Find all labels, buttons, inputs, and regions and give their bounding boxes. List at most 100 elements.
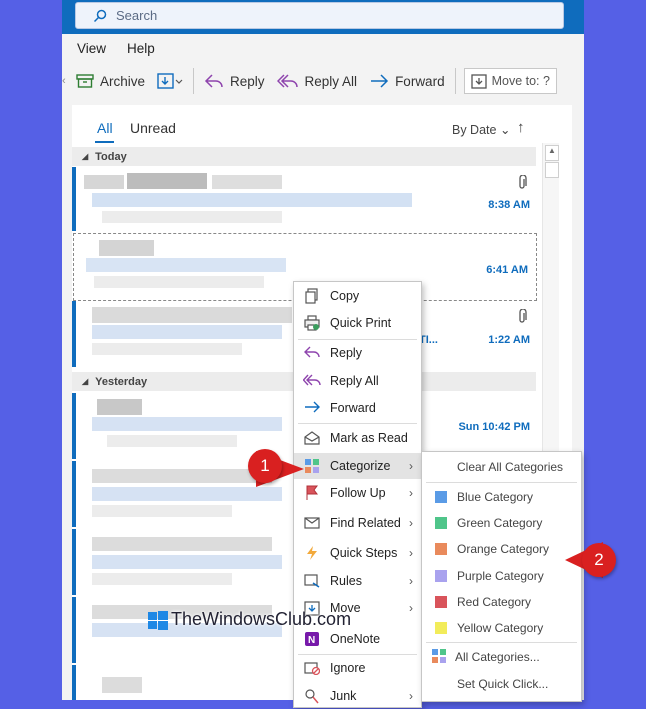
menu-item-reply[interactable]: Reply	[294, 340, 421, 366]
archive-button[interactable]: Archive	[70, 66, 151, 96]
menu-item-find-related[interactable]: Find Related ›	[294, 510, 421, 536]
menu-item-label: Set Quick Click...	[457, 677, 549, 691]
filter-bar: All Unread By Date ⌄ ↑	[72, 105, 572, 147]
clear-all-categories[interactable]: Clear All Categories	[422, 454, 581, 480]
blurred-subject	[86, 258, 286, 272]
filter-all-tab[interactable]: All	[97, 120, 113, 136]
message-time: 6:41 AM	[486, 264, 528, 276]
chevron-right-icon: ›	[409, 601, 413, 615]
move-to-icon	[470, 74, 487, 89]
filter-unread-tab[interactable]: Unread	[130, 120, 176, 136]
blurred-subject	[92, 555, 282, 569]
blurred-sender	[92, 307, 292, 323]
menu-item-label: Red Category	[457, 595, 532, 609]
toolbar-divider	[454, 68, 456, 94]
menu-item-quick-steps[interactable]: Quick Steps ›	[294, 540, 421, 566]
menu-item-label: Follow Up	[330, 486, 386, 500]
menu-item-label: Quick Steps	[330, 546, 398, 560]
menu-item-mark-as-read[interactable]: Mark as Read	[294, 425, 421, 451]
overflow-chevron-icon[interactable]: ‹	[62, 75, 70, 87]
blurred-preview	[92, 343, 242, 355]
menu-bar: View Help	[62, 34, 584, 62]
menu-view[interactable]: View	[77, 41, 106, 56]
callout-badge-1: 1	[248, 449, 282, 483]
menu-item-quick-print[interactable]: Quick Print	[294, 310, 421, 336]
menu-item-label: All Categories...	[455, 650, 540, 664]
blurred-preview	[92, 573, 232, 585]
lightning-icon	[303, 544, 321, 562]
blurred-subject	[92, 325, 282, 339]
attachment-icon	[519, 175, 527, 189]
ribbon-toolbar: ‹ Archive Reply Reply All Forward Move t…	[62, 62, 584, 100]
menu-item-copy[interactable]: Copy	[294, 283, 421, 309]
set-quick-click[interactable]: Set Quick Click...	[422, 671, 581, 697]
chevron-right-icon: ›	[409, 546, 413, 560]
message-row[interactable]: 8:38 AM	[72, 167, 538, 231]
blurred-sender	[102, 677, 142, 693]
menu-help[interactable]: Help	[127, 41, 155, 56]
category-blue[interactable]: Blue Category	[422, 484, 581, 510]
watermark-text: TheWindowsClub.com	[171, 609, 352, 629]
menu-item-label: Mark as Read	[330, 431, 408, 445]
group-header-today[interactable]: ◢ Today	[72, 147, 536, 166]
scroll-thumb[interactable]	[545, 162, 559, 178]
reply-all-button[interactable]: Reply All	[271, 66, 364, 96]
reply-icon	[204, 74, 223, 88]
category-purple[interactable]: Purple Category	[422, 563, 581, 589]
categorize-submenu: Clear All Categories Blue Category Green…	[421, 451, 582, 702]
onenote-icon: N	[303, 630, 321, 648]
scroll-up-icon[interactable]: ▲	[545, 145, 559, 161]
orange-swatch-icon	[435, 543, 447, 555]
blurred-sender	[127, 173, 207, 189]
search-box[interactable]: Search	[75, 2, 564, 29]
category-orange[interactable]: Orange Category	[422, 536, 581, 562]
reply-all-icon	[303, 372, 321, 390]
callout-badge-2: 2	[582, 543, 616, 577]
purple-swatch-icon	[435, 570, 447, 582]
blurred-sender	[212, 175, 282, 189]
unread-indicator	[72, 597, 76, 663]
yellow-swatch-icon	[435, 622, 447, 634]
move-to-quickstep[interactable]: Move to: ?	[463, 68, 557, 94]
sort-by-date-dropdown[interactable]: By Date ⌄	[452, 122, 510, 137]
menu-item-label: Yellow Category	[457, 621, 544, 635]
windows-logo-icon	[148, 610, 168, 630]
archive-label: Archive	[100, 73, 146, 89]
menu-item-follow-up[interactable]: Follow Up ›	[294, 480, 421, 506]
menu-item-label: Clear All Categories	[457, 460, 564, 474]
blurred-subject	[92, 193, 412, 207]
move-dropdown-button[interactable]	[151, 66, 189, 96]
envelope-open-icon	[303, 429, 321, 447]
move-to-label: Move to: ?	[491, 74, 550, 88]
menu-item-forward[interactable]: Forward	[294, 395, 421, 421]
chevron-down-icon: ⌄	[499, 123, 511, 137]
sort-direction-button[interactable]: ↑	[517, 119, 525, 136]
menu-item-label: Orange Category	[457, 542, 550, 556]
category-red[interactable]: Red Category	[422, 589, 581, 615]
menu-separator	[426, 482, 577, 483]
reply-button[interactable]: Reply	[198, 66, 271, 96]
blurred-preview	[92, 505, 232, 517]
category-yellow[interactable]: Yellow Category	[422, 615, 581, 641]
blurred-sender	[99, 240, 154, 256]
search-placeholder: Search	[116, 8, 158, 23]
blurred-sender	[92, 537, 272, 551]
menu-item-reply-all[interactable]: Reply All	[294, 368, 421, 394]
category-green[interactable]: Green Category	[422, 510, 581, 536]
chevron-right-icon: ›	[409, 516, 413, 530]
menu-item-categorize[interactable]: Categorize ›	[294, 453, 421, 479]
blurred-preview	[102, 211, 282, 223]
menu-item-label: Green Category	[457, 516, 543, 530]
menu-item-junk[interactable]: Junk ›	[294, 683, 421, 709]
unread-indicator	[72, 393, 76, 459]
forward-button[interactable]: Forward	[363, 66, 451, 96]
blurred-subject	[92, 487, 282, 501]
menu-separator	[298, 423, 417, 424]
menu-item-ignore[interactable]: Ignore	[294, 655, 421, 681]
collapse-triangle-icon: ◢	[82, 377, 89, 386]
svg-text:N: N	[308, 635, 315, 646]
find-related-icon	[303, 514, 321, 532]
menu-item-rules[interactable]: Rules ›	[294, 568, 421, 594]
unread-indicator	[72, 529, 76, 595]
all-categories[interactable]: All Categories...	[422, 644, 581, 670]
